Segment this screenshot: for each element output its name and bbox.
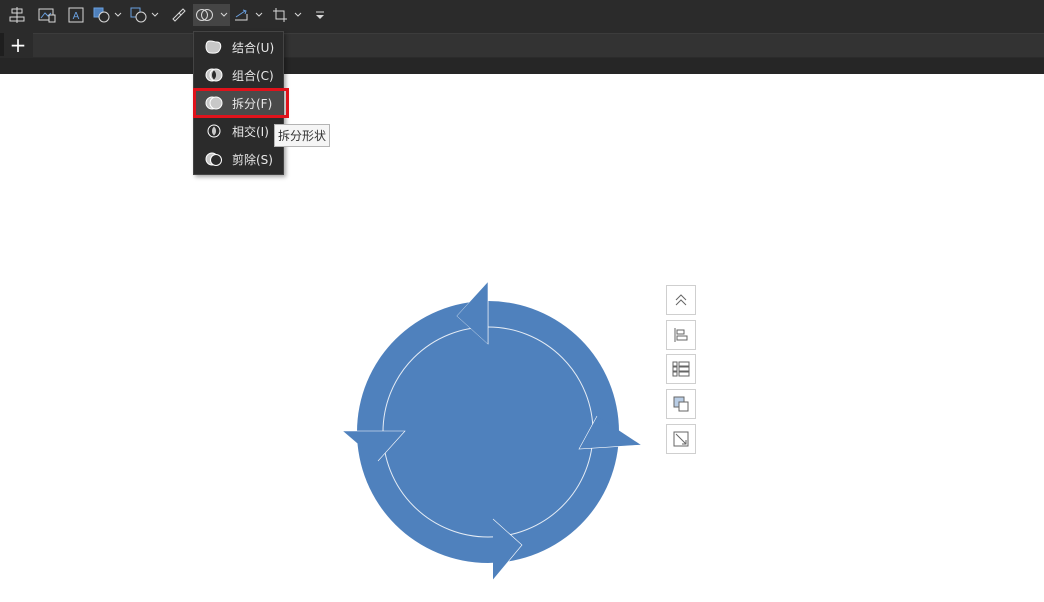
combine-icon [205, 66, 223, 84]
menu-item-label: 组合(C) [232, 68, 274, 83]
collapse-icon[interactable] [666, 285, 696, 315]
ruler-band [0, 58, 1044, 74]
align-center-icon[interactable] [6, 4, 28, 26]
circular-arrows-shape[interactable] [330, 270, 650, 590]
menu-item-subtract[interactable]: 剪除(S) [194, 146, 283, 172]
menu-item-union[interactable]: 结合(U) [194, 34, 283, 60]
resize-icon[interactable] [666, 424, 696, 454]
tab-divider [0, 33, 4, 56]
union-icon [205, 38, 223, 56]
rotate-icon[interactable] [232, 4, 266, 26]
menu-item-label: 相交(I) [232, 124, 269, 139]
menu-item-intersect[interactable]: 相交(I) [194, 118, 283, 144]
align-icon[interactable] [666, 320, 696, 350]
fragment-icon [205, 94, 223, 112]
menu-item-label: 拆分(F) [232, 96, 273, 111]
menu-item-fragment[interactable]: 拆分(F) [194, 90, 283, 116]
merge-shapes-icon[interactable] [193, 4, 230, 26]
textbox-icon[interactable]: A [65, 4, 87, 26]
tab-strip: + [0, 31, 1044, 58]
subtract-icon [205, 150, 223, 168]
menu-item-combine[interactable]: 组合(C) [194, 62, 283, 88]
menu-item-label: 剪除(S) [232, 152, 273, 167]
shape-fill-icon[interactable] [92, 4, 124, 26]
toolbar: A [0, 0, 1044, 31]
merge-shapes-menu: 结合(U) 组合(C) 拆分(F) 相交(I) 剪除(S) [193, 31, 284, 175]
layout-icon[interactable] [666, 354, 696, 384]
tooltip: 拆分形状 [274, 124, 330, 147]
add-tab-button[interactable]: + [6, 34, 30, 55]
fill-icon[interactable] [666, 389, 696, 419]
tab-bar [33, 33, 1044, 57]
intersect-icon [205, 122, 223, 140]
format-painter-icon[interactable] [168, 4, 190, 26]
more-icon[interactable] [311, 4, 329, 26]
crop-icon[interactable] [271, 4, 305, 26]
shape-outline-icon[interactable] [129, 4, 161, 26]
svg-text:A: A [73, 11, 80, 22]
picture-icon[interactable] [36, 4, 58, 26]
menu-item-label: 结合(U) [232, 40, 275, 55]
